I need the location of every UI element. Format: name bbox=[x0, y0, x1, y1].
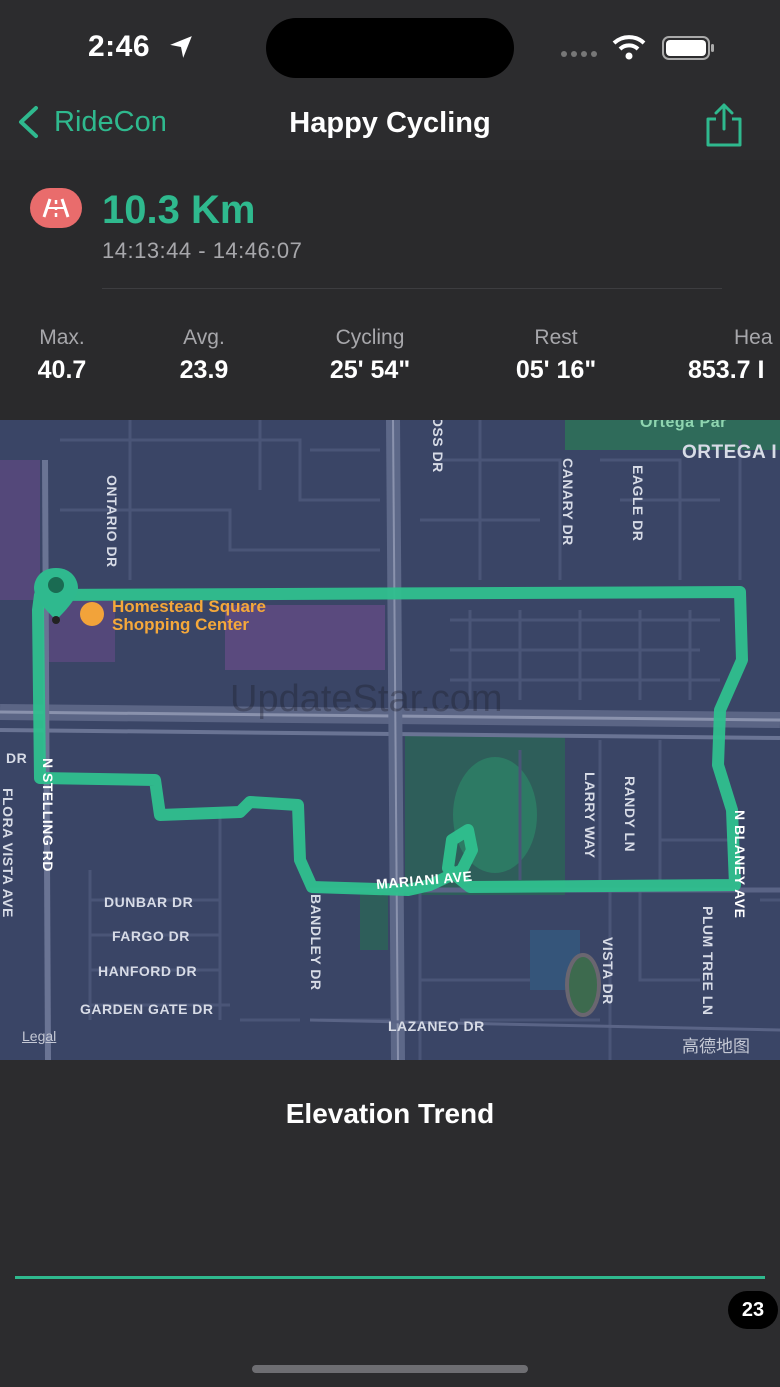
stat-avg: Avg. 23.9 bbox=[172, 326, 236, 385]
stat-heat: Hea 853.7 I bbox=[688, 326, 780, 385]
park-label-ortega: Ortega Par bbox=[640, 420, 727, 431]
street-label-stelling: N STELLING RD bbox=[40, 758, 56, 872]
street-label-ortega: ORTEGA I bbox=[682, 442, 778, 463]
street-label-lazaneo: LAZANEO DR bbox=[388, 1018, 485, 1034]
stat-rest: Rest 05' 16" bbox=[496, 326, 616, 385]
elevation-badge: 23 bbox=[728, 1291, 778, 1329]
stat-value: 23.9 bbox=[179, 356, 229, 384]
stat-label: Hea bbox=[734, 326, 773, 349]
street-label-fargo: FARGO DR bbox=[112, 928, 190, 944]
divider bbox=[102, 288, 722, 289]
street-label-randy: RANDY LN bbox=[622, 776, 638, 853]
street-label-garden-gate: GARDEN GATE DR bbox=[80, 1001, 214, 1017]
navigation-bar: RideCon Happy Cycling bbox=[0, 95, 780, 160]
signal-icon bbox=[561, 51, 597, 57]
street-label-plum-tree: PLUM TREE LN bbox=[700, 906, 716, 1016]
street-label-oss: OSS DR bbox=[430, 420, 446, 473]
stat-value: 40.7 bbox=[37, 356, 87, 384]
share-icon[interactable] bbox=[704, 103, 744, 147]
road-icon bbox=[42, 198, 70, 218]
street-label-larry: LARRY WAY bbox=[582, 772, 598, 859]
poi-homestead-square[interactable]: Homestead Square Shopping Center bbox=[80, 598, 266, 634]
street-label-flora: FLORA VISTA AVE bbox=[0, 788, 16, 918]
stat-label: Max. bbox=[39, 326, 85, 349]
street-label-blaney: N BLANEY AVE bbox=[732, 810, 748, 919]
stat-label: Avg. bbox=[183, 326, 225, 349]
status-time: 2:46 bbox=[88, 30, 151, 63]
street-label-bandley: BANDLEY DR bbox=[308, 894, 324, 991]
location-arrow-icon bbox=[170, 36, 192, 58]
status-bar: 2:46 bbox=[0, 0, 780, 95]
wifi-icon bbox=[612, 35, 646, 60]
stat-max: Max. 40.7 bbox=[30, 326, 94, 385]
street-label-dunbar: DUNBAR DR bbox=[104, 894, 194, 910]
road-badge bbox=[30, 188, 82, 228]
stat-label: Cycling bbox=[335, 326, 405, 349]
shopping-icon bbox=[80, 602, 104, 626]
legal-link[interactable]: Legal bbox=[22, 1028, 56, 1044]
street-label-hanford: HANFORD DR bbox=[98, 963, 198, 979]
stat-label: Rest bbox=[534, 326, 578, 349]
stat-value: 25' 54" bbox=[329, 356, 411, 384]
page-title: Happy Cycling bbox=[289, 107, 491, 139]
street-label-dr: DR bbox=[6, 750, 28, 766]
ride-distance: 10.3 Km bbox=[102, 188, 256, 232]
elevation-title: Elevation Trend bbox=[285, 1098, 495, 1129]
ride-time-range: 14:13:44 - 14:46:07 bbox=[102, 238, 303, 263]
route-map[interactable]: Homestead Square Shopping Center ORTEGA … bbox=[0, 420, 780, 1060]
stat-value: 05' 16" bbox=[515, 356, 597, 384]
street-label-canary: CANARY DR bbox=[560, 458, 576, 546]
dynamic-island bbox=[266, 18, 514, 78]
watermark: UpdateStar.com bbox=[230, 678, 503, 720]
poi-name-line1: Homestead Square bbox=[112, 597, 266, 616]
street-label-eagle: EAGLE DR bbox=[630, 465, 646, 542]
street-label-ontario: ONTARIO DR bbox=[104, 475, 120, 568]
street-label-vista: VISTA DR bbox=[600, 937, 616, 1005]
poi-name-line2: Shopping Center bbox=[112, 615, 249, 634]
ride-summary: 10.3 Km 14:13:44 - 14:46:07 Max. 40.7 Av… bbox=[0, 160, 780, 420]
battery-icon bbox=[662, 36, 714, 60]
stat-cycling: Cycling 25' 54" bbox=[310, 326, 430, 385]
elevation-trend-line bbox=[15, 1276, 765, 1279]
map-provider-logo: 高德地图 bbox=[682, 1037, 750, 1056]
stat-value: 853.7 I bbox=[688, 356, 765, 384]
home-indicator[interactable] bbox=[252, 1365, 528, 1373]
